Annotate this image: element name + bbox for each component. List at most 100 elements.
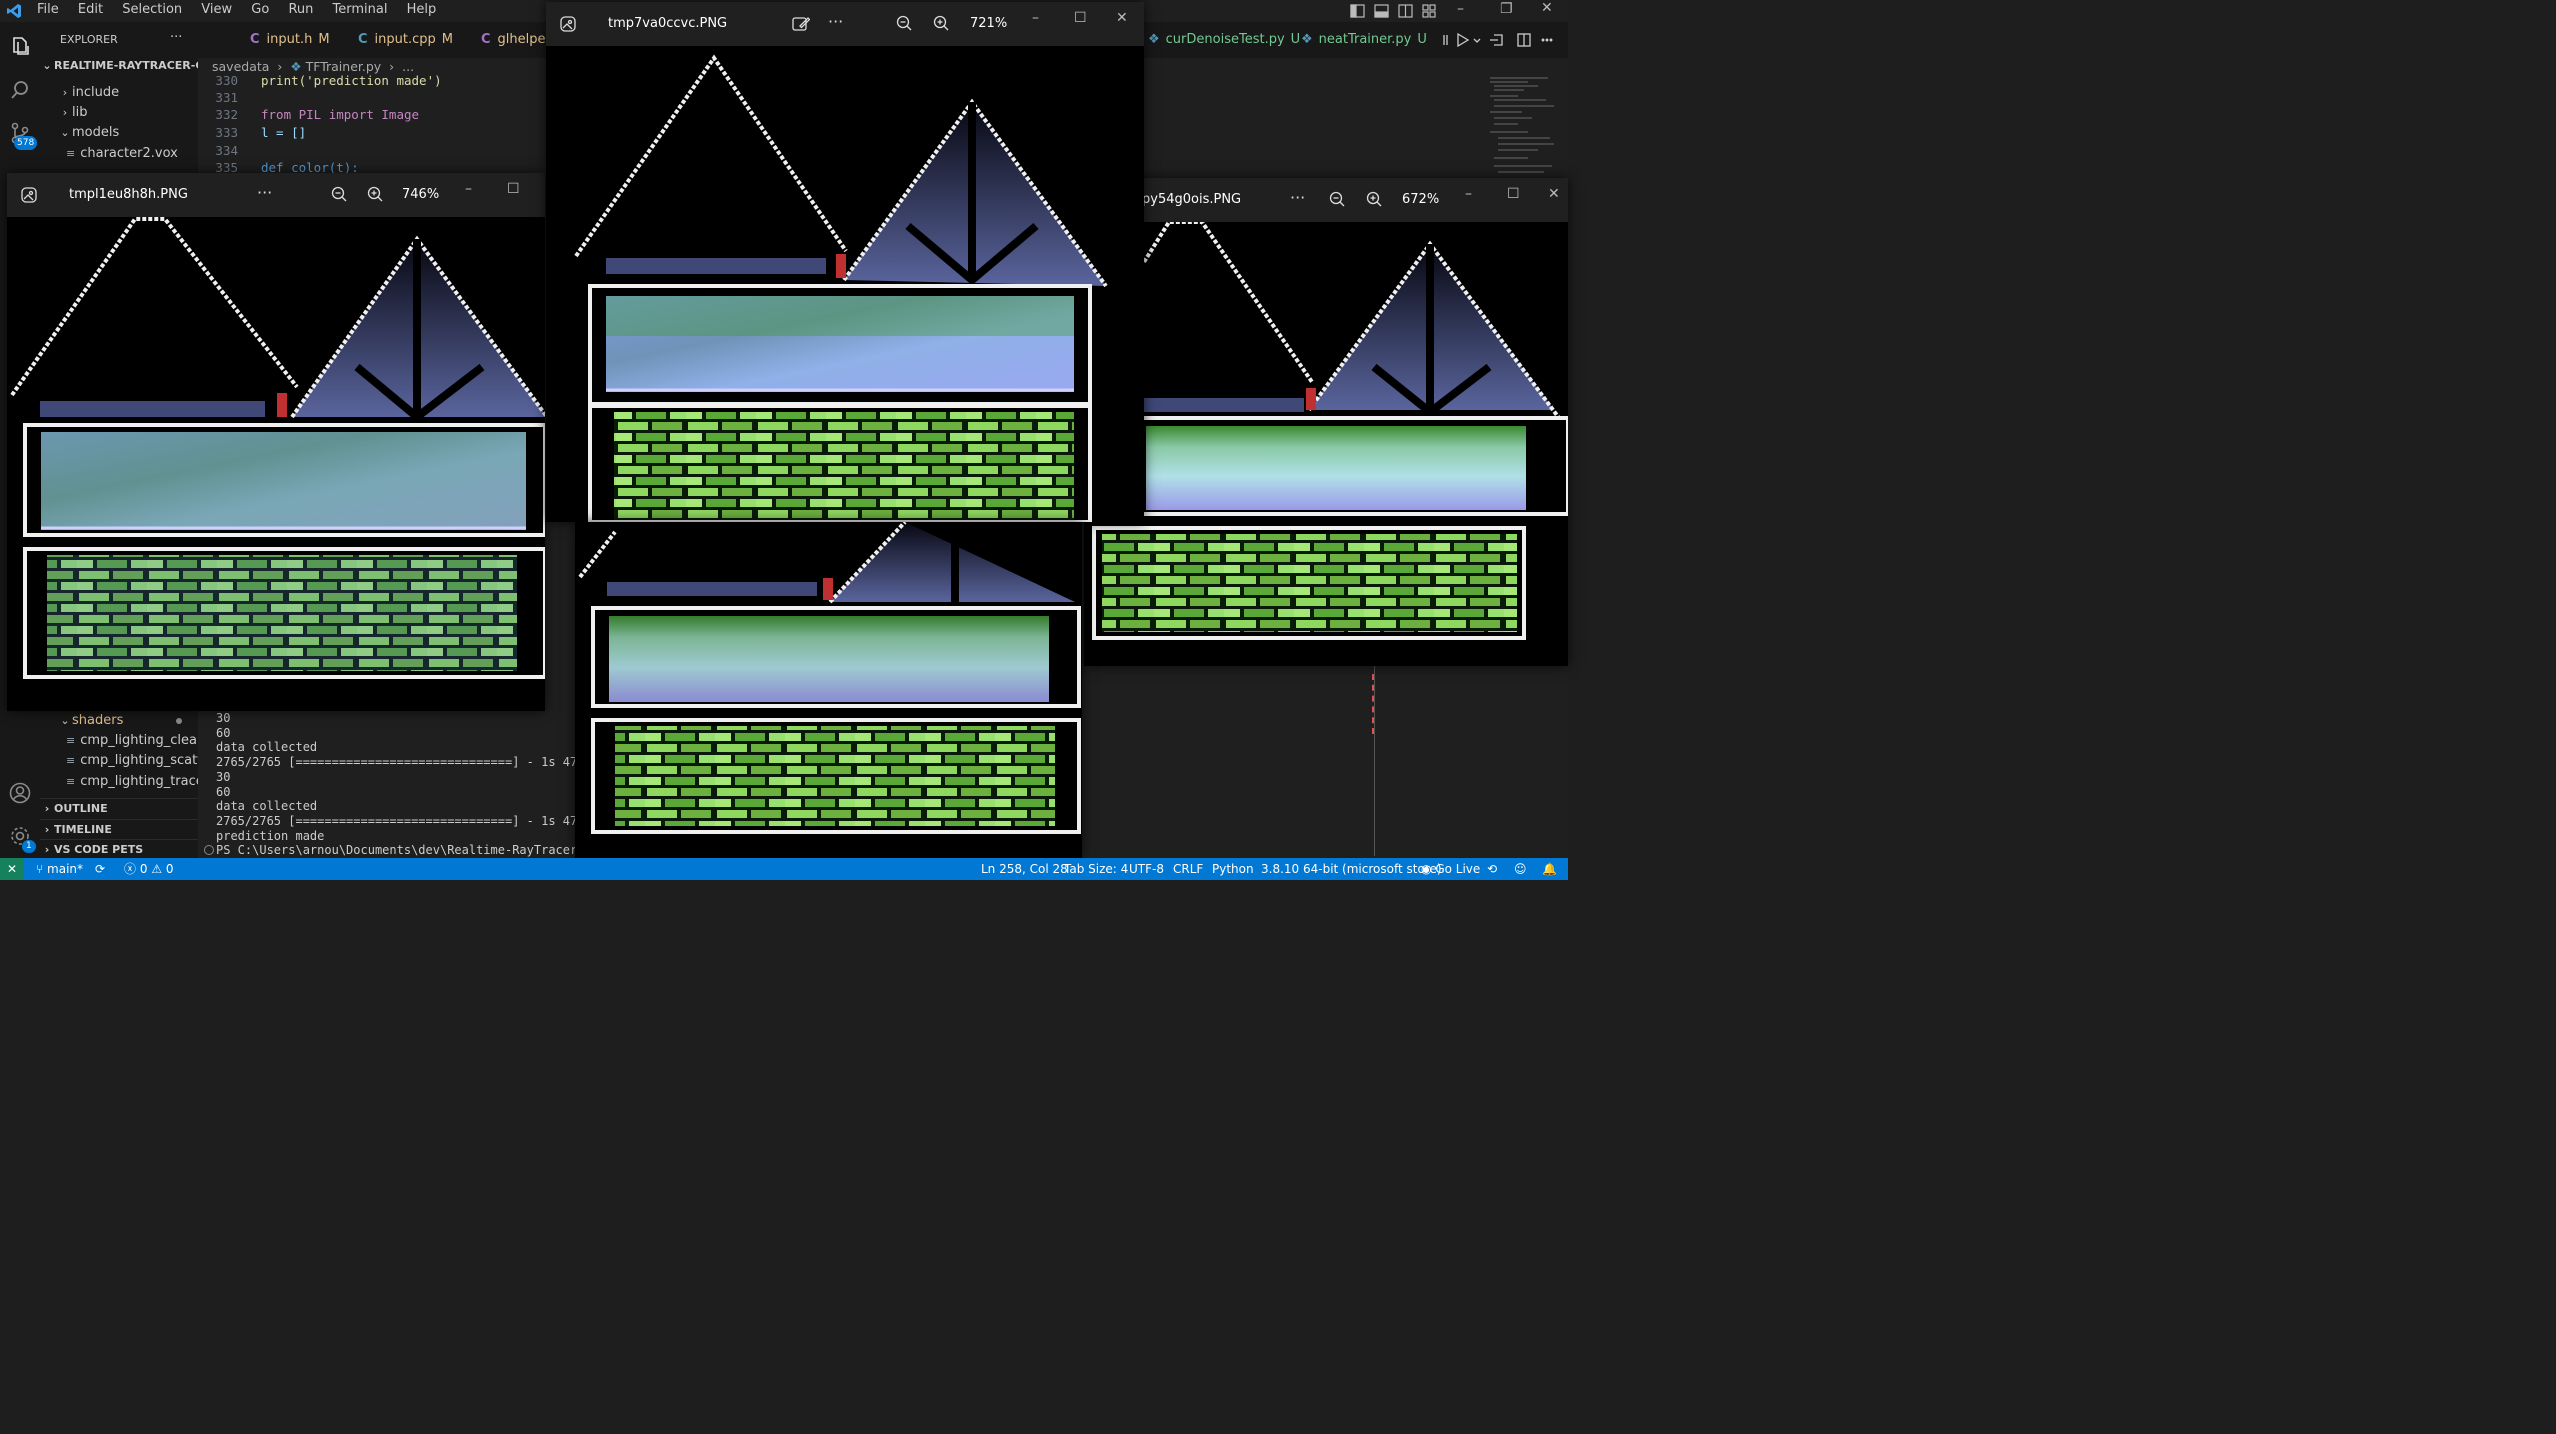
zoom-in-icon[interactable] bbox=[933, 15, 949, 31]
menu-help[interactable]: Help bbox=[407, 2, 437, 17]
terminal-line: prediction made bbox=[216, 829, 325, 843]
viewer-maximize-button[interactable]: ☐ bbox=[1074, 10, 1087, 26]
timeline-section[interactable]: › TIMELINE bbox=[40, 819, 198, 840]
viewer-image bbox=[7, 217, 545, 711]
language-mode[interactable]: Python bbox=[1212, 858, 1254, 880]
terminal-line: 30 bbox=[216, 711, 231, 725]
problems-indicator[interactable]: ⓧ 0 ⚠ 0 bbox=[124, 858, 174, 880]
chevron-right-icon: › bbox=[44, 823, 50, 836]
zoom-out-icon[interactable] bbox=[896, 15, 912, 31]
sync-icon[interactable]: ⟳ bbox=[95, 858, 105, 880]
menu-file[interactable]: File bbox=[37, 2, 59, 17]
file-cmp-lighting-trace[interactable]: ≡ cmp_lighting_trace.g... bbox=[40, 772, 224, 792]
menu-go[interactable]: Go bbox=[251, 2, 269, 17]
chevron-down-icon: ⌄ bbox=[42, 59, 52, 72]
photos-app-icon bbox=[21, 187, 37, 203]
encoding[interactable]: UTF-8 bbox=[1129, 858, 1164, 880]
folder-include[interactable]: › include bbox=[40, 83, 216, 103]
go-live-button[interactable]: ◉ Go Live bbox=[1421, 858, 1480, 880]
viewer-toolbar: tmp7va0ccvc.PNG ··· 721% – ☐ ✕ bbox=[546, 2, 1144, 46]
folder-shaders[interactable]: ⌄ shaders bbox=[40, 711, 216, 731]
viewer-minimize-button[interactable]: – bbox=[1465, 186, 1472, 202]
viewer-close-button[interactable]: ✕ bbox=[1116, 10, 1128, 26]
terminal-line: 2765/2765 [=============================… bbox=[216, 814, 599, 828]
feedback-icon[interactable]: ☺ bbox=[1514, 858, 1527, 880]
line-ending[interactable]: CRLF bbox=[1173, 858, 1203, 880]
zoom-in-icon[interactable] bbox=[367, 186, 383, 202]
terminal-line: 60 bbox=[216, 726, 231, 740]
code-line-333: 333 l = [] bbox=[215, 125, 307, 140]
code-line-331: 331 bbox=[215, 90, 238, 105]
menu-view[interactable]: View bbox=[201, 2, 232, 17]
vscode-pets-section[interactable]: › VS CODE PETS bbox=[40, 839, 198, 860]
menu-terminal[interactable]: Terminal bbox=[333, 2, 388, 17]
zoom-level: 672% bbox=[1402, 192, 1440, 207]
tab-input-cpp[interactable]: Cinput.cpp M bbox=[358, 22, 453, 58]
photo-viewer-center[interactable]: tmp7va0ccvc.PNG ··· 721% – ☐ ✕ bbox=[546, 2, 1144, 522]
tab-size[interactable]: Tab Size: 4 bbox=[1064, 858, 1128, 880]
tab-neattrainer-py[interactable]: ❖ neatTrainer.py U bbox=[1301, 22, 1427, 58]
restore-button[interactable]: ❐ bbox=[1500, 1, 1513, 17]
minimap[interactable] bbox=[1488, 76, 1558, 186]
zoom-out-icon[interactable] bbox=[331, 186, 347, 202]
more-options-button[interactable]: ··· bbox=[828, 12, 843, 31]
settings-badge: 1 bbox=[22, 840, 36, 853]
terminal-line: 60 bbox=[216, 785, 231, 799]
terminal-line: data collected bbox=[216, 799, 318, 813]
menu-bar: File Edit Selection View Go Run Terminal… bbox=[37, 2, 451, 17]
viewer-toolbar: tmpl1eu8h8h.PNG ··· 746% – ☐ bbox=[7, 173, 545, 217]
outline-section[interactable]: › OUTLINE bbox=[40, 798, 198, 819]
menu-edit[interactable]: Edit bbox=[78, 2, 103, 17]
viewer-filename: py54g0ois.PNG bbox=[1142, 192, 1242, 207]
viewer-close-button[interactable]: ✕ bbox=[1548, 186, 1560, 202]
notifications-bell-icon[interactable]: 🔔 bbox=[1542, 858, 1557, 880]
file-character2-vox[interactable]: ≡ character2.vox bbox=[40, 144, 224, 164]
more-options-button[interactable]: ··· bbox=[1290, 188, 1305, 207]
workspace-root[interactable]: ⌄REALTIME-RAYTRACER-CPP bbox=[40, 56, 198, 76]
viewer-maximize-button[interactable]: ☐ bbox=[1507, 186, 1520, 202]
viewer-minimize-button[interactable]: – bbox=[465, 181, 472, 197]
file-icon: ≡ bbox=[66, 147, 76, 160]
status-bar: ✕ ⑂ main* ⟳ ⓧ 0 ⚠ 0 Ln 258, Col 28 Tab S… bbox=[0, 858, 1568, 880]
zoom-out-icon[interactable] bbox=[1329, 191, 1345, 207]
code-line-332: 332 from PIL import Image bbox=[215, 107, 420, 122]
viewer-filename: tmp7va0ccvc.PNG bbox=[608, 16, 728, 31]
python-interpreter[interactable]: 3.8.10 64-bit (microsoft store) bbox=[1261, 858, 1442, 880]
close-button[interactable]: ✕ bbox=[1541, 0, 1553, 16]
file-cmp-lighting-clear[interactable]: ≡ cmp_lighting_clear.g... bbox=[40, 731, 224, 751]
remote-indicator[interactable]: ✕ bbox=[0, 858, 24, 880]
file-icon: ≡ bbox=[66, 734, 76, 747]
terminal-scrollbar[interactable] bbox=[1374, 666, 1375, 856]
account-icon[interactable] bbox=[9, 782, 31, 804]
branch-indicator[interactable]: ⑂ main* bbox=[36, 858, 83, 880]
explorer-icon[interactable] bbox=[9, 35, 31, 57]
edit-image-icon[interactable] bbox=[792, 15, 810, 33]
photo-viewer-center-lower[interactable] bbox=[575, 522, 1082, 858]
photo-viewer-right[interactable]: py54g0ois.PNG ··· 672% – ☐ ✕ bbox=[1084, 178, 1568, 666]
warning-icon: ⚠ bbox=[151, 862, 163, 876]
more-options-button[interactable]: ··· bbox=[257, 183, 272, 202]
zoom-in-icon[interactable] bbox=[1366, 191, 1382, 207]
modified-dot bbox=[176, 718, 182, 724]
viewer-image bbox=[575, 522, 1082, 858]
tab-curdenoisetest-py[interactable]: ❖ curDenoiseTest.py U bbox=[1148, 22, 1300, 58]
viewer-maximize-button[interactable]: ☐ bbox=[507, 181, 520, 197]
file-cmp-lighting-scatter[interactable]: ≡ cmp_lighting_scatter... bbox=[40, 751, 224, 771]
viewer-image bbox=[546, 46, 1144, 522]
folder-models[interactable]: ⌄ models bbox=[40, 123, 216, 143]
terminal-line: data collected bbox=[216, 740, 318, 754]
cursor-position[interactable]: Ln 258, Col 28 bbox=[981, 858, 1068, 880]
viewer-minimize-button[interactable]: – bbox=[1032, 10, 1039, 26]
explorer-more-button[interactable]: ··· bbox=[170, 30, 182, 45]
menu-run[interactable]: Run bbox=[288, 2, 313, 17]
code-line-334: 334 bbox=[215, 143, 238, 158]
minimize-button[interactable]: – bbox=[1457, 1, 1464, 17]
folder-lib[interactable]: › lib bbox=[40, 103, 216, 123]
tab-input-h[interactable]: Cinput.h M bbox=[250, 22, 330, 58]
sync-settings-icon[interactable]: ⟲ bbox=[1487, 858, 1497, 880]
search-icon[interactable] bbox=[9, 79, 31, 101]
menu-selection[interactable]: Selection bbox=[122, 2, 182, 17]
explorer-header: EXPLORER bbox=[60, 33, 118, 46]
photo-viewer-left[interactable]: tmpl1eu8h8h.PNG ··· 746% – ☐ bbox=[7, 173, 545, 711]
git-branch-icon: ⑂ bbox=[36, 862, 44, 876]
